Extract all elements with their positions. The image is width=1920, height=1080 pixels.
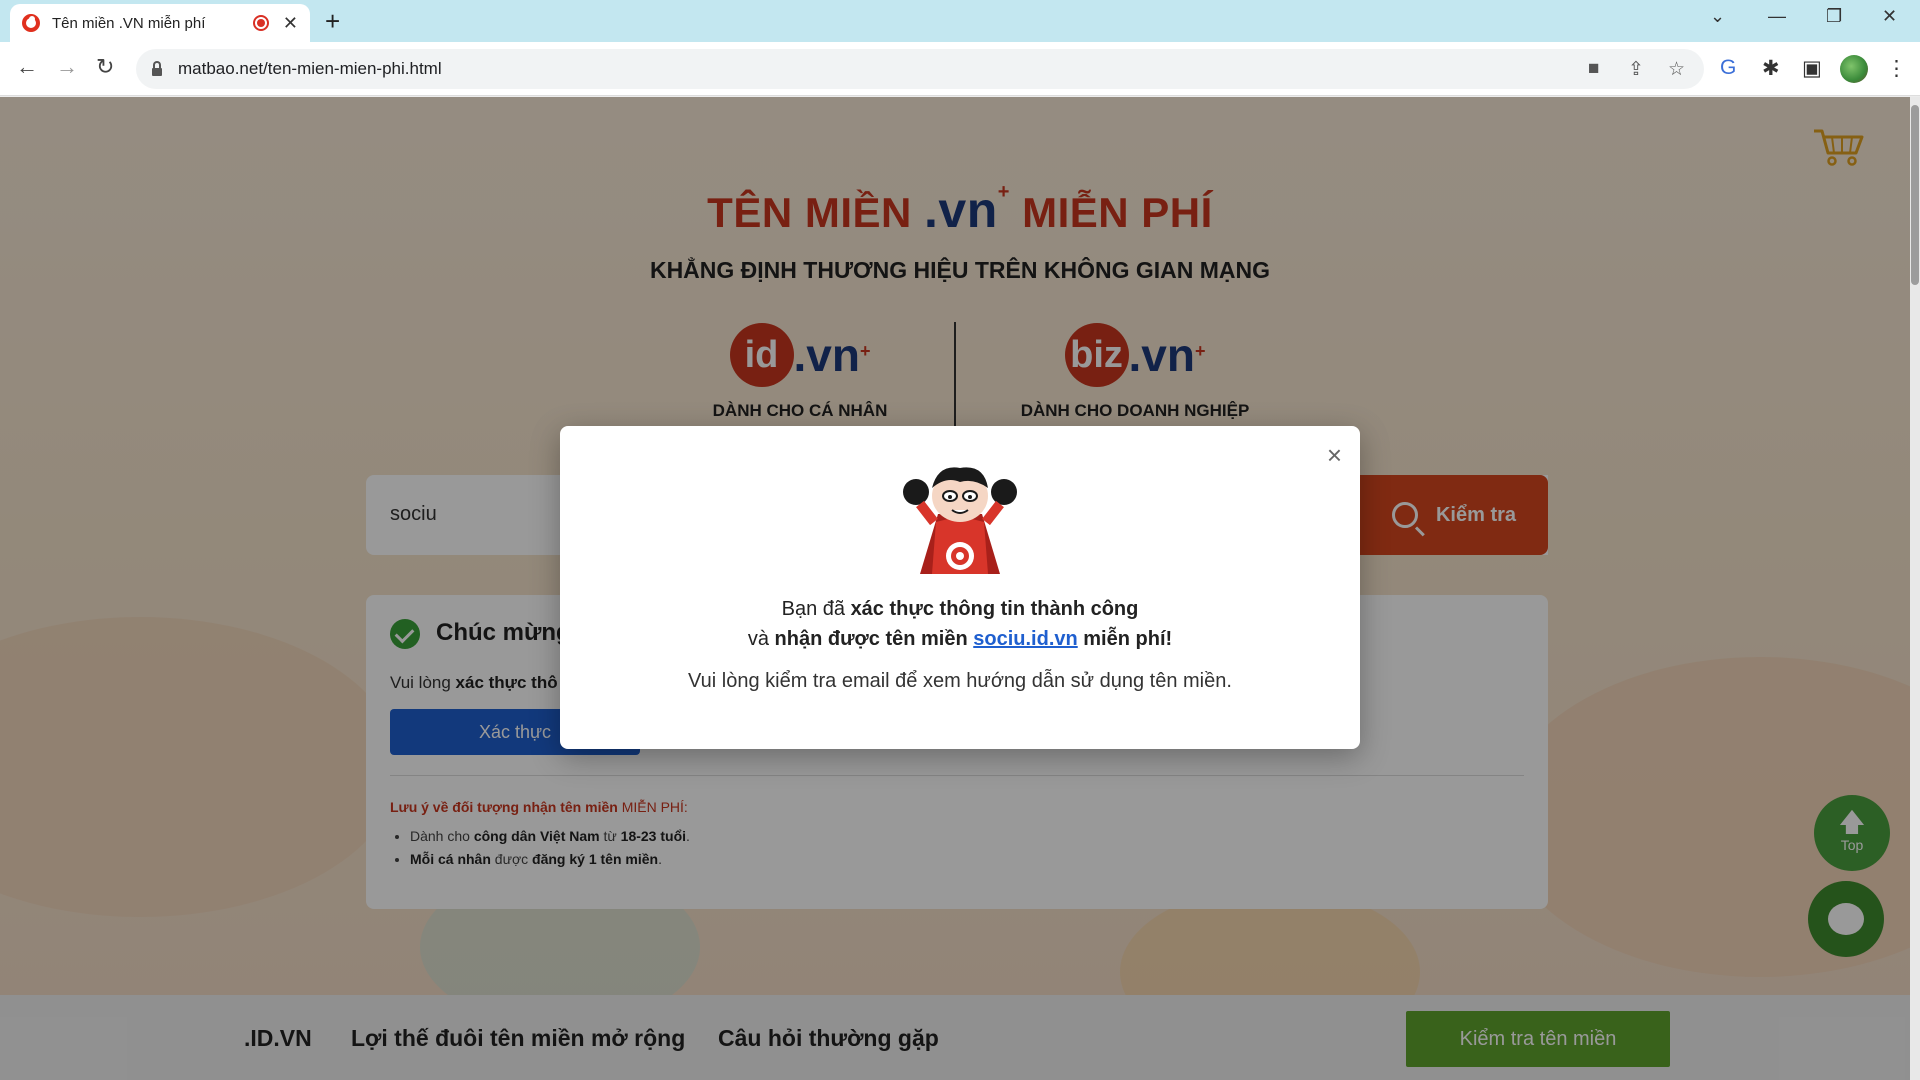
domain-link[interactable]: sociu.id.vn [973,628,1077,650]
tab-close-icon[interactable]: ✕ [283,13,298,34]
bookmark-star-icon[interactable]: ☆ [1668,58,1685,81]
close-icon[interactable]: × [1327,440,1342,471]
modal-line1-bold: xác thực thông tin thành công [850,598,1139,620]
forward-icon[interactable]: → [56,54,78,80]
modal-line2-bold: nhận được tên miền [774,628,974,650]
scrollbar-thumb[interactable] [1911,105,1919,285]
browser-menu-icon[interactable]: ⋮ [1886,56,1907,81]
matbao-favicon-icon [22,14,40,32]
translate-extension-icon[interactable]: G [1720,56,1736,80]
extensions-puzzle-icon[interactable]: ✱ [1762,56,1780,81]
new-tab-button[interactable]: + [325,6,340,37]
browser-toolbar: ← → ↻ matbao.net/ten-mien-mien-phi.html … [0,42,1920,96]
modal-line2-post: miễn phí! [1077,628,1173,650]
modal-line1-pre: Bạn đã [781,598,851,620]
success-modal: × Bạn đã xác thực thông tin thành công v… [560,426,1360,749]
modal-success-message: Bạn đã xác thực thông tin thành công [560,598,1360,621]
modal-line2-pre: và [747,628,775,650]
url-text[interactable]: matbao.net/ten-mien-mien-phi.html [178,59,442,79]
modal-email-instruction: Vui lòng kiểm tra email để xem hướng dẫn… [688,670,1232,692]
address-bar[interactable]: matbao.net/ten-mien-mien-phi.html ■ ⇪ ☆ [136,49,1704,89]
side-panel-icon[interactable]: ▣ [1802,56,1822,81]
modal-domain-message: và nhận được tên miền sociu.id.vn miễn p… [560,628,1360,651]
browser-tab-strip: Tên miền .VN miễn phí ✕ + ⌄ — ❐ ✕ [0,0,1920,42]
recording-indicator-icon [252,15,269,31]
minimize-icon[interactable]: — [1768,6,1786,27]
camera-icon[interactable]: ■ [1588,58,1599,80]
window-close-icon[interactable]: ✕ [1882,6,1897,27]
browser-tab[interactable]: Tên miền .VN miễn phí ✕ [10,4,310,42]
tab-search-icon[interactable]: ⌄ [1710,6,1725,27]
restore-icon[interactable]: ❐ [1826,6,1842,27]
profile-avatar[interactable] [1840,55,1868,83]
share-icon[interactable]: ⇪ [1628,58,1644,81]
back-icon[interactable]: ← [16,54,38,80]
lock-icon[interactable] [152,60,162,76]
tab-title: Tên miền .VN miễn phí [52,14,206,32]
superhero-mascot-icon [903,467,1017,574]
page-scrollbar[interactable] [1910,97,1920,1080]
reload-icon[interactable]: ↻ [96,54,114,80]
